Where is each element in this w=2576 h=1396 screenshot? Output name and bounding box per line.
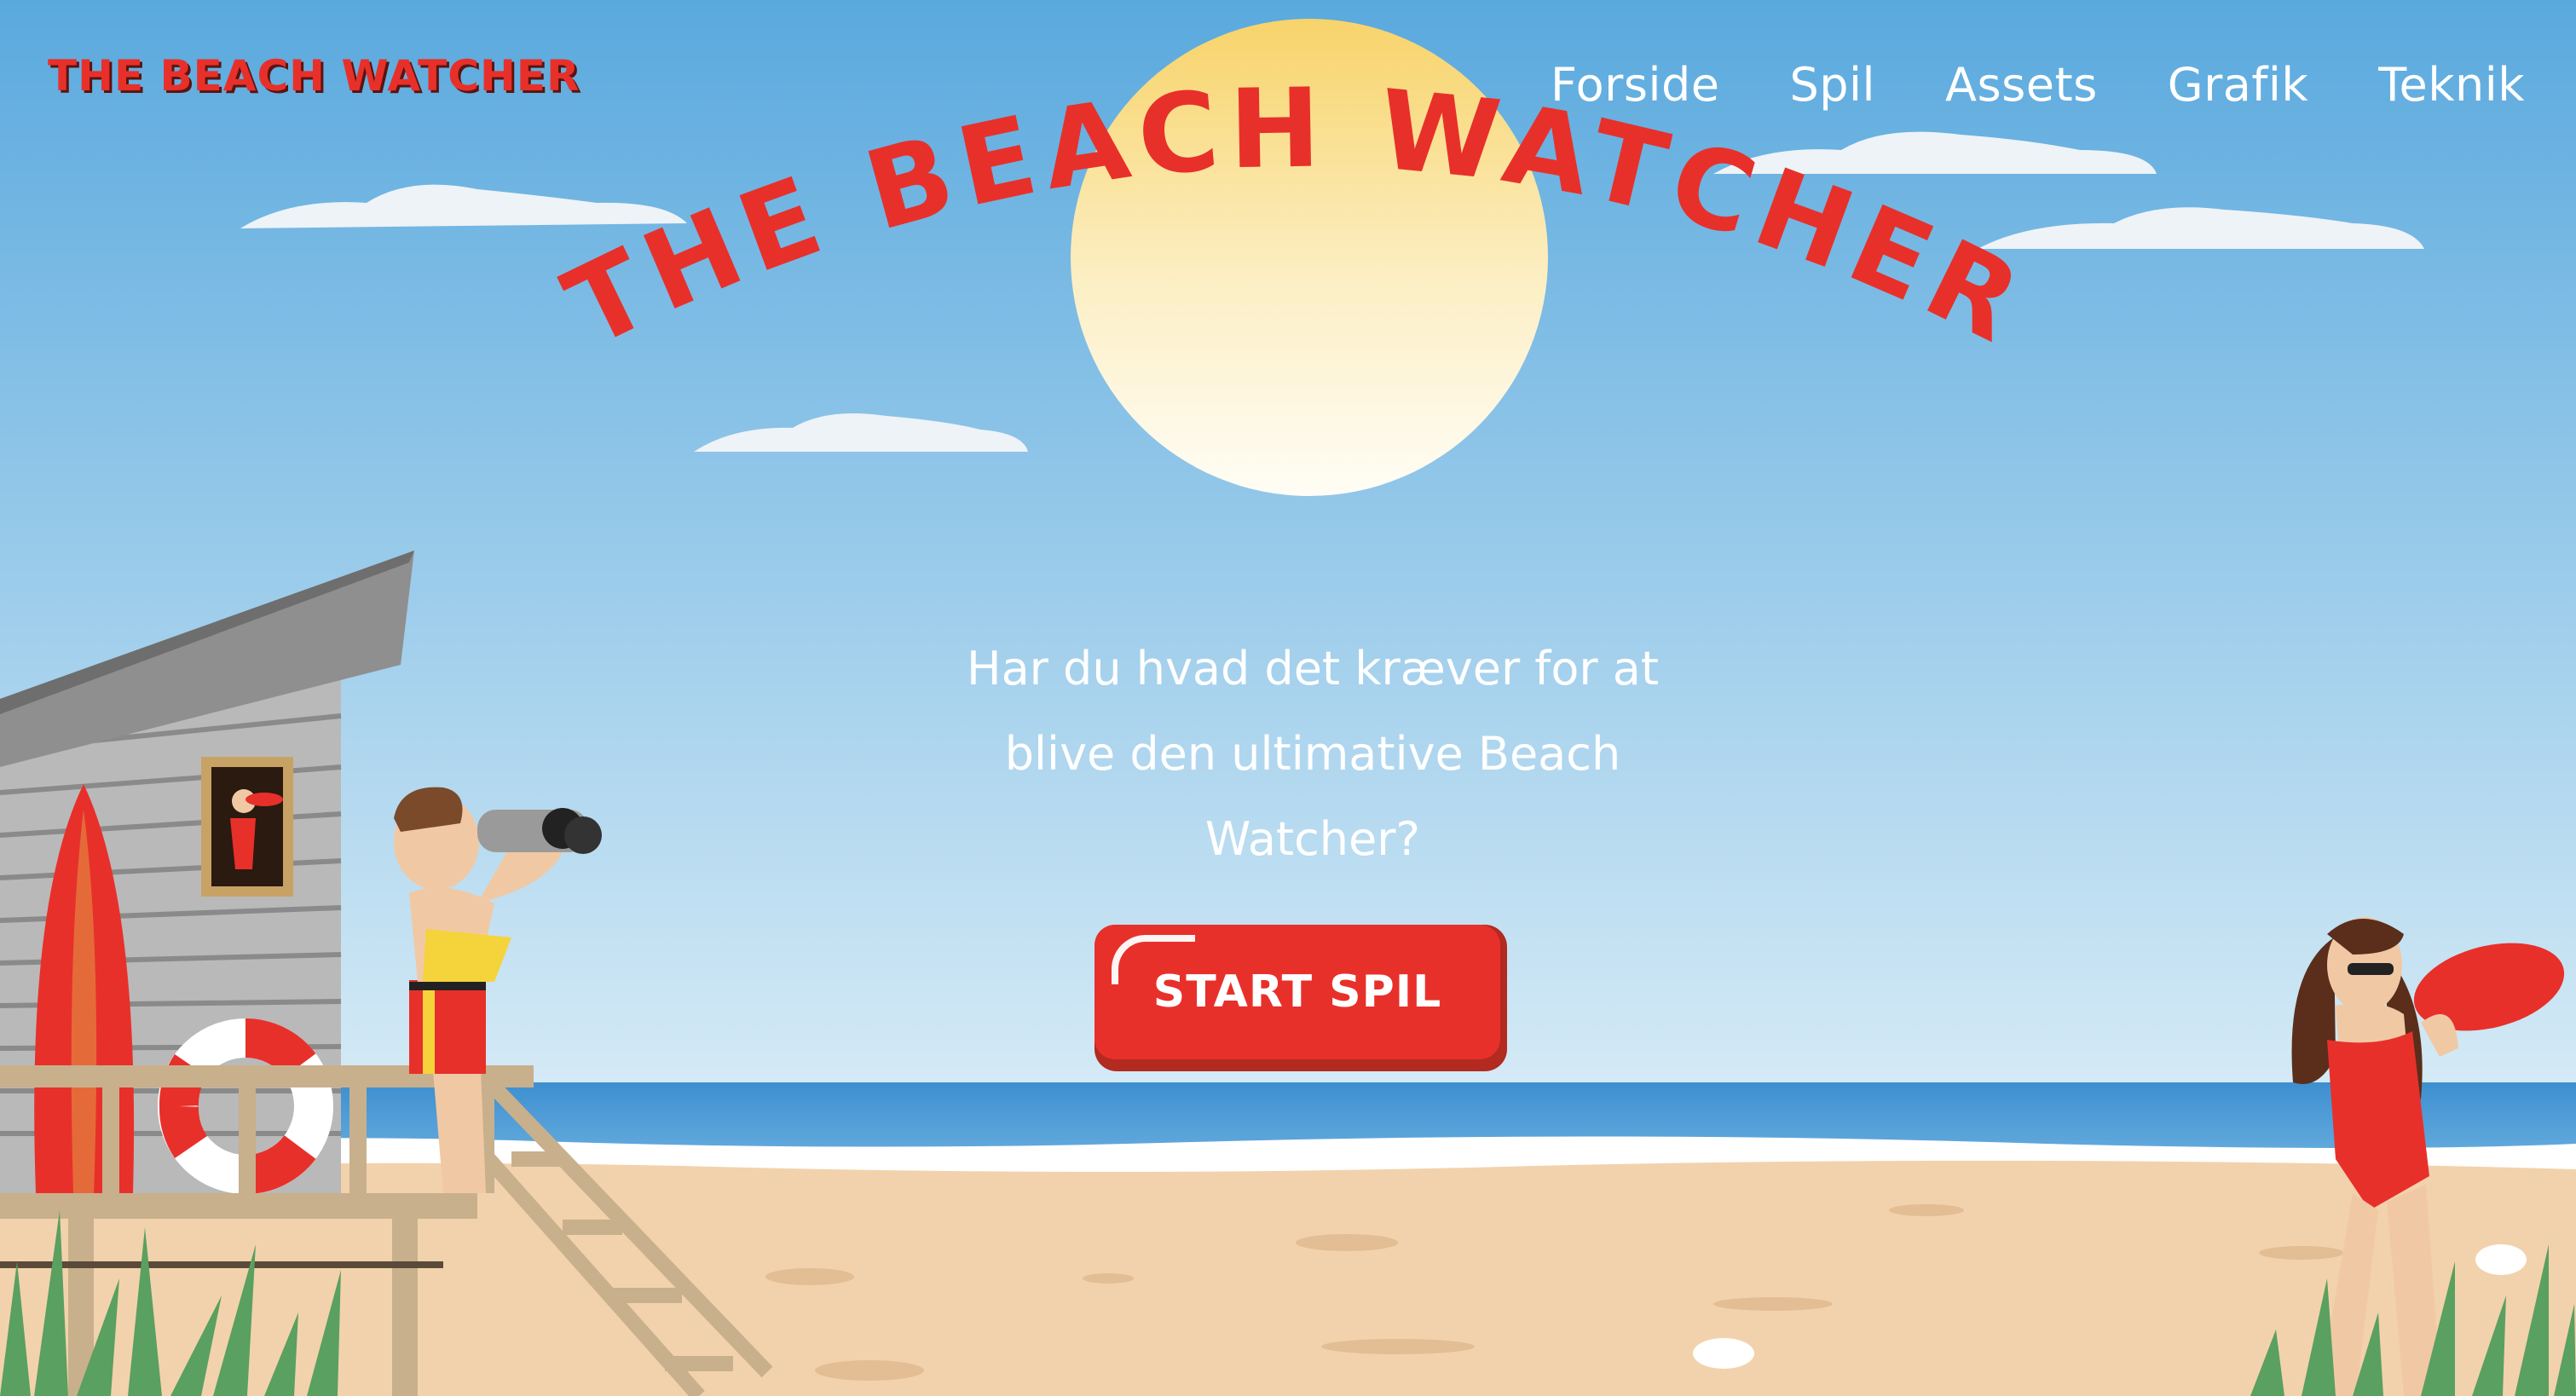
tagline-line: Har du hvad det kræver for at [966,642,1659,695]
start-button-face: START SPIL [1095,925,1500,1059]
main-nav: Forside Spil Assets Grafik Teknik [1551,58,2525,112]
nav-link-assets[interactable]: Assets [1945,58,2098,112]
shell [2475,1244,2527,1275]
nav-link-spil[interactable]: Spil [1789,58,1875,112]
tagline-line: Watcher? [1204,812,1421,866]
nav-link-forside[interactable]: Forside [1551,58,1720,112]
hero-tagline: Har du hvad det kræver for at blive den … [929,626,1696,882]
tagline-line: blive den ultimative Beach [1004,727,1621,781]
nav-link-grafik[interactable]: Grafik [2168,58,2308,112]
start-game-button[interactable]: START SPIL [1095,925,1507,1071]
nav-link-teknik[interactable]: Teknik [2378,58,2525,112]
button-shine [1112,935,1195,984]
site-logo[interactable]: THE BEACH WATCHER [48,51,580,101]
shell [1693,1338,1754,1369]
start-button-label: START SPIL [1152,966,1442,1018]
